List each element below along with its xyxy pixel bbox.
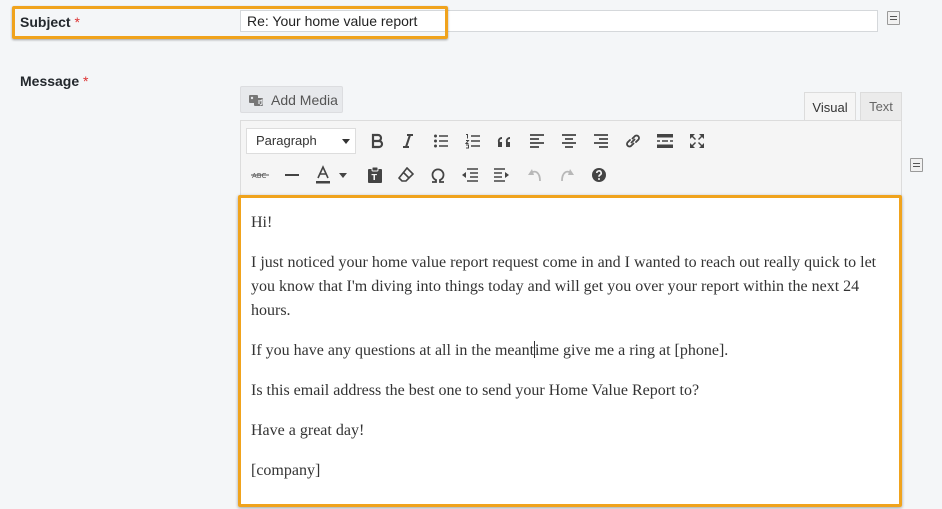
body-paragraph: [company] bbox=[251, 462, 321, 479]
read-more-icon[interactable] bbox=[653, 129, 677, 153]
field-options-icon[interactable] bbox=[887, 11, 900, 25]
strikethrough-icon[interactable]: ABC bbox=[248, 163, 272, 187]
text-color-icon[interactable] bbox=[311, 163, 335, 187]
svg-text:ABC: ABC bbox=[252, 172, 266, 180]
body-text-segment: If you have any questions at all in the … bbox=[251, 342, 535, 359]
tab-visual[interactable]: Visual bbox=[804, 92, 856, 121]
format-select[interactable]: Paragraph bbox=[246, 128, 356, 154]
required-marker: * bbox=[74, 14, 80, 30]
body-paragraph: Hi! bbox=[251, 214, 273, 231]
horizontal-line-icon[interactable] bbox=[280, 163, 304, 187]
editor-options-icon[interactable] bbox=[910, 158, 923, 172]
increase-indent-icon[interactable] bbox=[490, 163, 514, 187]
body-paragraph: If you have any questions at all in the … bbox=[251, 339, 889, 363]
keyboard-shortcuts-icon[interactable] bbox=[587, 163, 611, 187]
message-label: Message * bbox=[20, 73, 89, 89]
subject-input[interactable]: Re: Your home value report bbox=[240, 10, 878, 32]
required-marker: * bbox=[83, 73, 89, 89]
svg-text:T: T bbox=[372, 173, 378, 182]
align-left-icon[interactable] bbox=[525, 129, 549, 153]
blockquote-icon[interactable] bbox=[493, 129, 517, 153]
bold-icon[interactable] bbox=[365, 129, 389, 153]
body-paragraph: I just noticed your home value report re… bbox=[251, 254, 877, 319]
body-text-segment: ime give me a ring at [phone]. bbox=[535, 342, 729, 359]
subject-label: Subject * bbox=[20, 14, 80, 30]
fullscreen-icon[interactable] bbox=[685, 129, 709, 153]
clear-formatting-icon[interactable] bbox=[394, 163, 418, 187]
paste-as-text-icon[interactable]: T bbox=[363, 163, 387, 187]
add-media-icon bbox=[249, 94, 263, 106]
numbered-list-icon[interactable] bbox=[461, 129, 485, 153]
bulleted-list-icon[interactable] bbox=[429, 129, 453, 153]
decrease-indent-icon[interactable] bbox=[458, 163, 482, 187]
add-media-label: Add Media bbox=[271, 91, 338, 108]
body-paragraph: Have a great day! bbox=[251, 422, 365, 439]
special-character-icon[interactable] bbox=[426, 163, 450, 187]
redo-icon[interactable] bbox=[555, 163, 579, 187]
body-paragraph: Is this email address the best one to se… bbox=[251, 382, 700, 399]
italic-icon[interactable] bbox=[396, 129, 420, 153]
message-label-text: Message bbox=[20, 73, 80, 89]
tab-text[interactable]: Text bbox=[860, 92, 902, 121]
add-media-button[interactable]: Add Media bbox=[240, 86, 343, 113]
message-body-editor[interactable]: Hi! I just noticed your home value repor… bbox=[241, 198, 899, 504]
insert-link-icon[interactable] bbox=[621, 129, 645, 153]
subject-label-text: Subject bbox=[20, 14, 71, 30]
align-right-icon[interactable] bbox=[589, 129, 613, 153]
text-color-dropdown-icon[interactable] bbox=[336, 163, 350, 187]
undo-icon[interactable] bbox=[523, 163, 547, 187]
align-center-icon[interactable] bbox=[557, 129, 581, 153]
